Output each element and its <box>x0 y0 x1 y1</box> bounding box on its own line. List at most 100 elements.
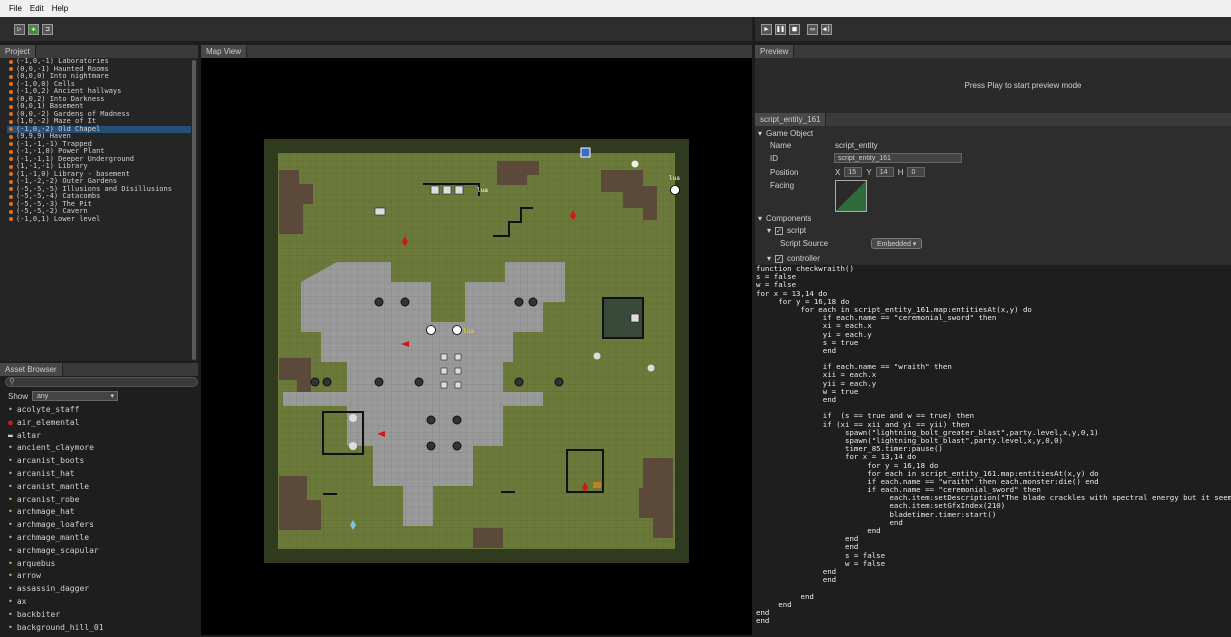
tab-map-view[interactable]: Map View <box>201 45 247 58</box>
collapse-icon[interactable]: ▾ <box>767 254 771 263</box>
tab-preview[interactable]: Preview <box>755 45 795 58</box>
asset-label: arcanist_boots <box>16 456 85 466</box>
script-editor[interactable]: function checkwraith() s = false w = false… <box>755 265 1231 635</box>
asset-icon: • <box>8 456 13 466</box>
asset-label: arcanist_robe <box>16 494 80 504</box>
menu-help[interactable]: Help <box>52 4 68 13</box>
code-line: end <box>756 591 814 601</box>
code-line: end <box>756 395 837 404</box>
asset-item[interactable]: • arcanist_mantle <box>0 481 198 494</box>
asset-item[interactable]: • archmage_hat <box>0 506 198 519</box>
menu-edit[interactable]: Edit <box>30 4 44 13</box>
asset-icon: • <box>8 494 13 504</box>
level-marker-icon <box>9 112 13 117</box>
lua-label-1: lua <box>477 187 488 194</box>
asset-item[interactable]: • arcanist_boots <box>0 455 198 468</box>
asset-item[interactable]: • background_hill_01 <box>0 622 198 635</box>
asset-item[interactable]: • arcanist_hat <box>0 468 198 481</box>
asset-list: • acolyte_staff ● air_elemental ▬ altar • ancie… <box>0 404 198 635</box>
search-icon: ⚲ <box>9 377 15 386</box>
pillar <box>426 441 436 451</box>
asset-item[interactable]: • archmage_loafers <box>0 519 198 532</box>
project-level-item[interactable]: (-1,0,1) Lower level <box>7 215 191 224</box>
asset-icon: • <box>8 558 13 568</box>
altar-icon <box>454 185 464 195</box>
script-source-label: Script Source <box>780 239 829 248</box>
wall-tool-icon[interactable]: ⊐ <box>42 23 53 35</box>
map-view[interactable]: lua lua lua <box>201 58 752 635</box>
h-field[interactable]: 0 <box>907 167 926 177</box>
code-line: end <box>756 616 770 626</box>
id-field[interactable]: script_entity_161 <box>834 153 962 163</box>
dungeon-map[interactable]: lua lua lua <box>201 58 752 635</box>
asset-item[interactable]: • arrow <box>0 570 198 583</box>
pillar <box>452 415 462 425</box>
collapse-icon[interactable]: ▾ <box>758 129 762 138</box>
asset-icon: • <box>8 532 13 542</box>
level-marker-icon <box>9 217 13 222</box>
asset-item[interactable]: ▬ altar <box>0 430 198 443</box>
project-list: (-1,0,-1) Laboratories (0,0,-1) Haunted R… <box>7 58 191 361</box>
timer-icon <box>670 185 680 195</box>
y-field[interactable]: 14 <box>875 167 894 177</box>
level-marker-icon <box>9 89 13 94</box>
collapse-icon[interactable]: ▾ <box>758 214 762 223</box>
preview-toolbar: ▶ ❚❚ ■ ▭ ◀) <box>755 17 1231 41</box>
level-marker-icon <box>9 202 13 207</box>
sound-icon[interactable]: ◀) <box>821 23 832 35</box>
lua-label-2: lua <box>669 175 680 182</box>
show-label: Show <box>8 391 29 401</box>
script-checkbox[interactable]: ✓ <box>775 226 784 235</box>
asset-label: archmage_mantle <box>16 532 90 542</box>
show-dropdown-value: any <box>37 393 49 400</box>
asset-item[interactable]: • arcanist_robe <box>0 494 198 507</box>
collapse-icon[interactable]: ▾ <box>767 226 771 235</box>
asset-item[interactable]: ● air_elemental <box>0 417 198 430</box>
pause-icon[interactable]: ❚❚ <box>775 23 786 35</box>
asset-search-input[interactable]: ⚲ <box>5 377 198 387</box>
show-dropdown[interactable]: any ▾ <box>32 391 119 401</box>
pillar <box>514 297 524 307</box>
paint-tool-icon[interactable]: ✚ <box>28 23 39 35</box>
asset-icon: • <box>8 596 13 606</box>
x-field[interactable]: 15 <box>844 167 863 177</box>
asset-label: archmage_hat <box>16 507 75 517</box>
editor-toolbar: ▷ ✚ ⊐ <box>0 17 752 41</box>
asset-label: ax <box>16 596 27 606</box>
altar-icon <box>454 381 462 389</box>
tab-script-entity[interactable]: script_entity_161 <box>755 113 827 126</box>
menu-file[interactable]: File <box>9 4 22 13</box>
stop-icon[interactable]: ■ <box>789 23 800 35</box>
asset-item[interactable]: • ancient_claymore <box>0 442 198 455</box>
asset-item[interactable]: • acolyte_staff <box>0 404 198 417</box>
play-icon[interactable]: ▶ <box>761 23 772 35</box>
asset-label: background_hill_01 <box>16 622 104 632</box>
chest-icon <box>593 482 601 488</box>
asset-item[interactable]: • ax <box>0 596 198 609</box>
asset-label: assassin_dagger <box>16 584 90 594</box>
asset-item[interactable]: • arquebus <box>0 558 198 571</box>
level-marker-icon <box>9 59 13 64</box>
altar-icon <box>440 367 448 375</box>
facing-selector[interactable] <box>835 180 867 212</box>
tab-asset-browser[interactable]: Asset Browser <box>0 363 63 376</box>
name-value: script_entity <box>835 141 878 150</box>
rock-area <box>473 528 503 548</box>
timer-icon <box>452 325 462 335</box>
asset-label: ancient_claymore <box>16 443 94 453</box>
asset-item[interactable]: • backbiter <box>0 609 198 622</box>
code-line: end <box>756 345 837 355</box>
asset-item[interactable]: • archmage_scapular <box>0 545 198 558</box>
level-marker-icon <box>9 149 13 154</box>
controller-checkbox[interactable]: ✓ <box>775 254 784 263</box>
asset-item[interactable]: • archmage_mantle <box>0 532 198 545</box>
select-tool-icon[interactable]: ▷ <box>14 23 25 35</box>
tab-project[interactable]: Project <box>0 45 36 58</box>
screen-icon[interactable]: ▭ <box>807 23 818 35</box>
asset-icon: • <box>8 571 13 581</box>
project-scrollbar[interactable] <box>192 60 196 360</box>
script-source-dropdown[interactable]: Embedded ▾ <box>871 238 923 249</box>
asset-item[interactable]: • assassin_dagger <box>0 583 198 596</box>
level-marker-icon <box>9 164 13 169</box>
